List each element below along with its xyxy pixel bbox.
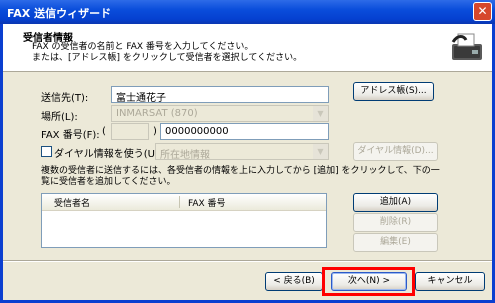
column-divider[interactable] (179, 196, 180, 208)
dialing-rules-button: ダイヤル情報(D)... (353, 142, 438, 161)
back-button[interactable]: < 戻る(B) (265, 272, 323, 291)
instructions-line-2: 覧に受信者を追加してください。 (41, 177, 176, 187)
description-line-1: FAX の受信者の名前と FAX 番号を入力してください。 (32, 42, 254, 52)
close-icon[interactable]: ✕ (473, 2, 492, 21)
to-label: 送信先(T): (41, 93, 89, 104)
wizard-header: 受信者情報 FAX の受信者の名前と FAX 番号を入力してください。 または、… (3, 24, 492, 72)
footer-divider (3, 260, 492, 262)
dialing-location-value: 所在地情報 (160, 150, 210, 161)
recipients-list-header: 受信者名 FAX 番号 (42, 194, 326, 211)
cancel-button[interactable]: キャンセル (415, 272, 485, 291)
remove-recipient-button: 削除(R) (353, 213, 438, 232)
fax-send-wizard-window: FAX 送信ウィザード ✕ 受信者情報 FAX の受信者の名前と FAX 番号を… (0, 0, 495, 303)
dialing-rules-label[interactable]: ダイヤル情報を使う(U) (54, 145, 159, 160)
location-label: 場所(L): (41, 112, 78, 123)
to-name-input[interactable]: 富士通花子 (111, 86, 329, 104)
window-title: FAX 送信ウィザード (7, 7, 112, 20)
column-fax-number[interactable]: FAX 番号 (188, 196, 226, 209)
add-recipient-button[interactable]: 追加(A) (353, 193, 438, 212)
location-select: INMARSAT (870) ▼ (111, 105, 329, 122)
recipients-list[interactable]: 受信者名 FAX 番号 (41, 193, 327, 248)
edit-recipient-button: 編集(E) (353, 233, 438, 252)
page-description: FAX の受信者の名前と FAX 番号を入力してください。 または、[アドレス帳… (32, 42, 302, 64)
fax-paren-open: ( (102, 126, 106, 137)
address-book-button[interactable]: アドレス帳(S)... (353, 82, 434, 101)
fax-paren-close: ) (153, 126, 157, 137)
dialing-rules-checkbox[interactable] (41, 146, 52, 157)
instructions-line-1: 複数の受信者に送信するには、各受信者の情報を上に入力してから [追加] をクリッ… (41, 166, 440, 176)
fax-number-label: FAX 番号(F): (41, 130, 100, 141)
fax-wizard-icon (451, 33, 482, 60)
title-bar[interactable]: FAX 送信ウィザード ✕ (0, 0, 495, 24)
location-value: INMARSAT (870) (116, 108, 198, 119)
dialing-location-select: 所在地情報 ▼ (155, 143, 329, 161)
fax-number-input[interactable]: 0000000000 (160, 123, 329, 140)
chevron-down-icon: ▼ (313, 106, 328, 121)
chevron-down-icon: ▼ (313, 144, 328, 159)
fax-area-code-input (111, 123, 149, 140)
column-recipient-name[interactable]: 受信者名 (54, 196, 90, 209)
recipients-instructions: 複数の受信者に送信するには、各受信者の情報を上に入力してから [追加] をクリッ… (41, 166, 461, 188)
description-line-2: または、[アドレス帳] をクリックして受信者を選択してください。 (32, 53, 303, 63)
next-button-highlight (322, 267, 415, 296)
